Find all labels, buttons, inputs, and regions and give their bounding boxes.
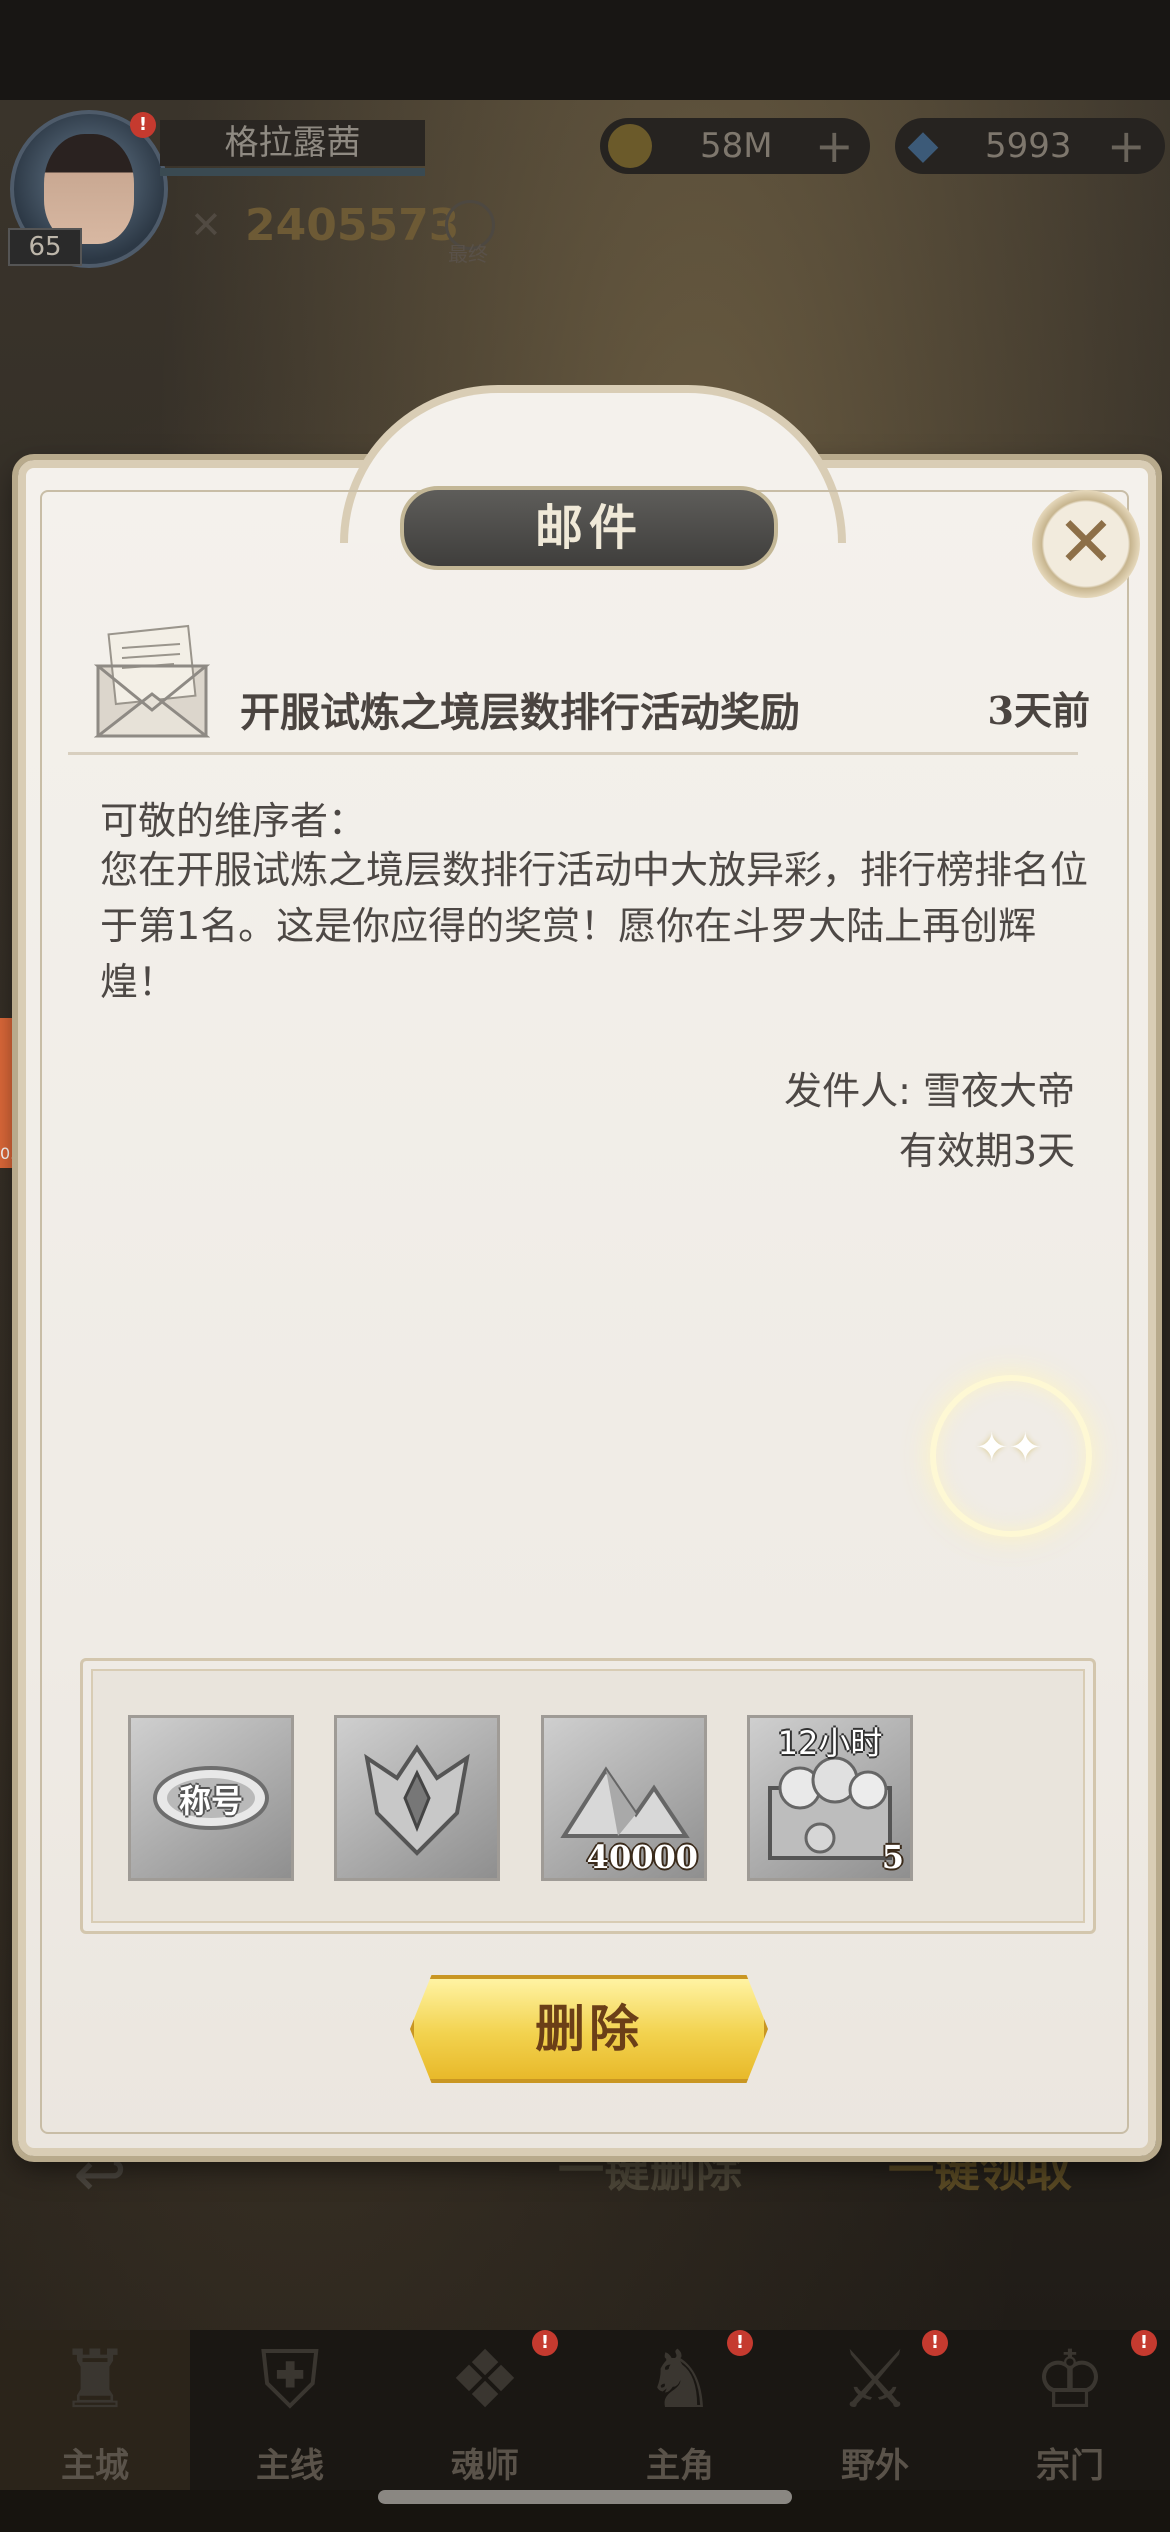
reward-count: 5: [881, 1838, 904, 1876]
nav-alert-badge: !: [727, 2330, 753, 2356]
reward-item[interactable]: 称号: [128, 1715, 294, 1881]
diamond-amount: 5993: [985, 126, 1072, 166]
delete-mail-button[interactable]: 删除: [410, 1975, 768, 2083]
add-gold-button[interactable]: +: [815, 116, 854, 176]
reward-count: 40000: [586, 1838, 698, 1876]
winged-emblem-icon: [337, 1718, 497, 1878]
mail-time: 3天前: [987, 688, 1090, 733]
dialog-title: 邮件: [400, 486, 778, 570]
player-name: 格拉露茜: [160, 120, 425, 166]
search-label: 最终: [448, 242, 488, 266]
nav-alert-badge: !: [1131, 2330, 1157, 2356]
mail-subject: 开服试炼之境层数排行活动奖励: [240, 689, 800, 736]
nav-tab-sect[interactable]: ♔ 宗门 !: [975, 2330, 1165, 2490]
nav-tab-protagonist[interactable]: ♞ 主角 !: [585, 2330, 775, 2490]
nav-label: 野外: [841, 2446, 909, 2486]
gold-coin-icon: [608, 124, 652, 168]
nav-label: 主角: [646, 2446, 714, 2486]
combat-power: 2405573: [245, 200, 460, 251]
home-indicator[interactable]: [378, 2490, 792, 2504]
crossed-swords-icon: ⚔: [839, 2333, 911, 2426]
mail-validity: 有效期3天: [898, 1129, 1075, 1173]
mail-body: 您在开服试炼之境层数排行活动中大放异彩，排行榜排名位于第1名。这是你应得的奖赏！…: [100, 848, 1089, 1004]
sect-crest-icon: ♔: [1034, 2333, 1106, 2426]
nav-label: 宗门: [1036, 2446, 1104, 2486]
reward-duration-tag: 12小时: [777, 1724, 883, 1762]
diamond-icon: ◆: [907, 122, 939, 168]
status-bar: [0, 0, 1170, 100]
book-icon: ❖: [449, 2333, 521, 2426]
nav-label: 魂师: [451, 2446, 519, 2486]
nav-alert-badge: !: [922, 2330, 948, 2356]
reward-item[interactable]: 12小时 5: [747, 1715, 913, 1881]
avatar-alert-badge: !: [130, 112, 156, 138]
mail-greeting: 可敬的维序者：: [100, 799, 367, 843]
castle-icon: ♜: [59, 2333, 131, 2426]
nav-label: 主线: [256, 2446, 324, 2486]
gold-amount: 58M: [700, 126, 773, 166]
mail-sender: 发件人: 雪夜大帝: [784, 1069, 1075, 1113]
close-icon[interactable]: ✕: [1032, 490, 1140, 598]
envelope-icon: [93, 620, 211, 740]
nav-tab-main-line[interactable]: ⛨ 主线: [195, 2330, 385, 2490]
sword-crest-icon: ⛨: [260, 2333, 320, 2426]
reward-item[interactable]: 40000: [541, 1715, 707, 1881]
player-level: 65: [8, 228, 82, 266]
nav-label: 主城: [61, 2446, 129, 2486]
exp-bar: [160, 168, 425, 176]
add-diamond-button[interactable]: +: [1107, 116, 1146, 176]
reward-art-text: 称号: [178, 1782, 243, 1820]
nav-tab-soul-master[interactable]: ❖ 魂师 !: [390, 2330, 580, 2490]
nav-tab-wild[interactable]: ⚔ 野外 !: [780, 2330, 970, 2490]
reward-item[interactable]: [334, 1715, 500, 1881]
subject-divider: [68, 752, 1078, 755]
nav-tab-main-city[interactable]: ♜ 主城: [0, 2330, 190, 2490]
power-icon: ✕: [190, 203, 222, 247]
nav-alert-badge: !: [532, 2330, 558, 2356]
hero-icon: ♞: [644, 2333, 716, 2426]
sparkle-icon: ✦✦: [975, 1425, 1043, 1471]
